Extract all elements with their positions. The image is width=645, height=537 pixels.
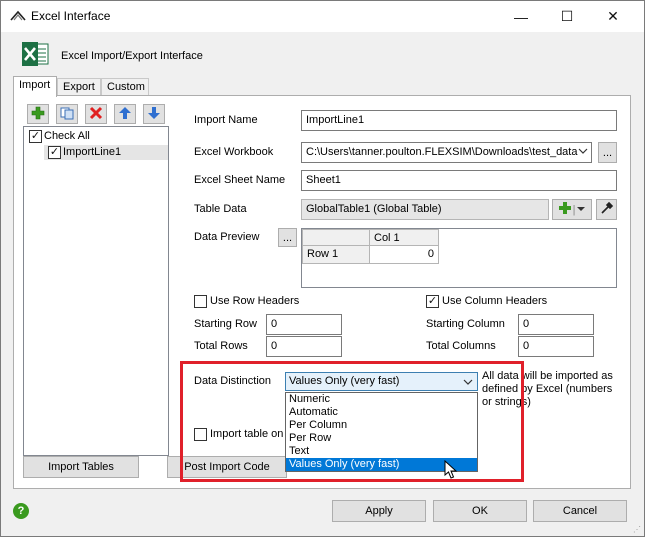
use-column-headers-checkbox[interactable]: ✓ (426, 295, 439, 308)
check-all-checkbox[interactable]: ✓ (29, 130, 42, 143)
tab-import[interactable]: Import (13, 76, 57, 97)
excel-sheet-name-input[interactable]: Sheet1 (301, 170, 617, 191)
resize-grip-icon[interactable]: ⋰ (633, 525, 641, 534)
use-row-headers-label: Use Row Headers (210, 295, 300, 307)
grid-column-header: Col 1 (369, 229, 439, 246)
data-preview-grid[interactable]: Col 1 Row 1 0 (301, 228, 617, 288)
maximize-button[interactable]: ☐ (544, 1, 590, 32)
importline1-label: ImportLine1 (63, 146, 122, 158)
total-rows-input[interactable]: 0 (266, 336, 342, 357)
move-down-button[interactable] (143, 104, 165, 124)
highlight-box (180, 361, 524, 482)
copy-button[interactable] (56, 104, 78, 124)
use-column-headers-label: Use Column Headers (442, 295, 548, 307)
minimize-button[interactable]: — (498, 1, 544, 32)
maximize-icon: ☐ (560, 8, 574, 24)
close-button[interactable]: ✕ (590, 1, 636, 32)
browse-workbook-button[interactable]: ... (598, 142, 617, 163)
move-up-icon (118, 106, 132, 123)
data-preview-options-button[interactable]: ... (278, 228, 297, 247)
table-data-add-dropdown-button[interactable]: | (552, 199, 592, 220)
help-icon[interactable]: ? (13, 503, 29, 519)
excel-sheet-name-label: Excel Sheet Name (194, 174, 286, 186)
tab-custom[interactable]: Custom (101, 78, 149, 96)
importline1-checkbox[interactable]: ✓ (48, 146, 61, 159)
starting-column-input[interactable]: 0 (518, 314, 594, 335)
interface-header: Excel Import/Export Interface (61, 50, 203, 62)
total-columns-input[interactable]: 0 (518, 336, 594, 357)
add-button[interactable] (27, 104, 49, 124)
delete-button[interactable] (85, 104, 107, 124)
minimize-icon: — (514, 8, 528, 25)
flexsim-logo-icon (10, 10, 26, 25)
excel-workbook-combobox[interactable]: C:\Users\tanner.poulton.FLEXSIM\Download… (301, 142, 592, 163)
table-data-label: Table Data (194, 203, 247, 215)
excel-workbook-label: Excel Workbook (194, 146, 274, 158)
ok-button[interactable]: OK (433, 500, 527, 522)
excel-interface-window: Excel Interface — ☐ ✕ Excel Import/Expor… (0, 0, 645, 537)
data-preview-label: Data Preview (194, 231, 260, 243)
grid-corner-cell (302, 229, 370, 246)
add-icon (31, 106, 45, 123)
excel-logo-icon (21, 41, 49, 70)
chevron-down-icon (578, 146, 588, 159)
use-row-headers-checkbox[interactable] (194, 295, 207, 308)
table-data-field[interactable]: GlobalTable1 (Global Table) (301, 199, 549, 220)
grid-row-header: Row 1 (302, 245, 370, 264)
apply-button[interactable]: Apply (332, 500, 426, 522)
close-icon: ✕ (607, 8, 619, 24)
mouse-cursor-icon (444, 459, 458, 483)
tab-export[interactable]: Export (57, 78, 101, 96)
move-down-icon (147, 106, 161, 123)
cancel-button[interactable]: Cancel (533, 500, 627, 522)
total-rows-label: Total Rows (194, 340, 248, 352)
import-name-label: Import Name (194, 114, 258, 126)
title-bar: Excel Interface — ☐ ✕ (1, 1, 644, 32)
starting-row-label: Starting Row (194, 318, 257, 330)
grid-cell[interactable]: 0 (369, 245, 439, 264)
eyedropper-icon (600, 201, 614, 218)
window-title: Excel Interface (31, 9, 111, 23)
copy-icon (60, 106, 74, 123)
starting-column-label: Starting Column (426, 318, 505, 330)
excel-workbook-value: C:\Users\tanner.poulton.FLEXSIM\Download… (306, 146, 578, 158)
add-icon (558, 202, 571, 217)
chevron-down-icon (577, 204, 586, 216)
eyedropper-button[interactable] (596, 199, 617, 220)
total-columns-label: Total Columns (426, 340, 496, 352)
starting-row-input[interactable]: 0 (266, 314, 342, 335)
move-up-button[interactable] (114, 104, 136, 124)
import-list-tree[interactable]: ✓ Check All ✓ ImportLine1 (23, 126, 169, 456)
delete-icon (89, 106, 103, 123)
check-all-label: Check All (44, 130, 90, 142)
import-tables-button[interactable]: Import Tables (23, 456, 139, 478)
import-name-input[interactable]: ImportLine1 (301, 110, 617, 131)
